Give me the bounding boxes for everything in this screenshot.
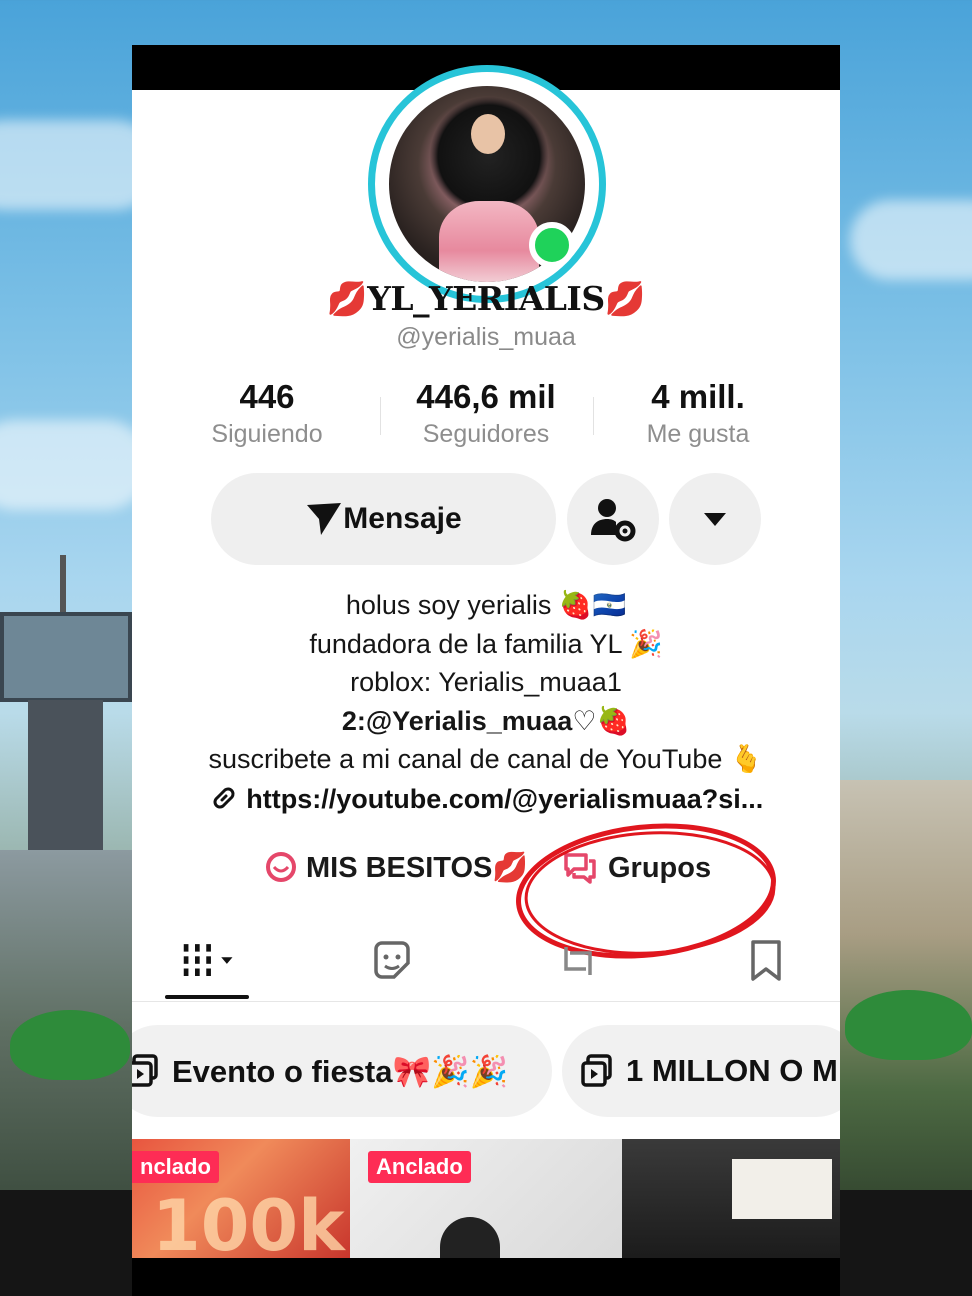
stat-likes-label: Me gusta (646, 420, 750, 448)
user-gear-icon (591, 499, 636, 542)
playlist-label: Evento o fiesta🎀🎉🎉 (172, 1053, 509, 1089)
stat-following[interactable]: 446 Siguiendo (172, 377, 362, 451)
stat-followers-label: Seguidores (422, 420, 550, 448)
background-antenna (60, 555, 66, 615)
profile-screen: 💋YL_YERIALIS💋 @yerialis_muaa 446 Siguien… (132, 45, 840, 1296)
playlist-icon (132, 1054, 158, 1087)
background-tree (845, 990, 972, 1060)
bio-line: fundadora de la familia YL 🎉 (309, 628, 663, 659)
background-cloud (0, 420, 150, 510)
caret-down-icon (704, 513, 726, 526)
video-thumbnail[interactable]: Anclado (350, 1139, 622, 1264)
background-tree (10, 1010, 130, 1080)
tab-favorites[interactable] (362, 933, 422, 989)
stat-followers-value: 446,6 mil (416, 378, 556, 415)
besitos-chip-label: MIS BESITOS💋 (306, 852, 529, 884)
video-thumbnail[interactable]: nclado 100k (132, 1139, 350, 1264)
bio-line: holus soy yerialis 🍓🇸🇻 (345, 590, 627, 620)
video-thumbnail-art: 100k (152, 1185, 345, 1264)
video-thumbnail[interactable] (622, 1139, 840, 1264)
avatar-story-ring[interactable] (368, 65, 606, 303)
playlist-chip[interactable]: Evento o fiesta🎀🎉🎉 (132, 1025, 552, 1117)
profile-actions: Mensaje (211, 473, 771, 565)
background-tower (0, 612, 132, 702)
playlist-icon (581, 1054, 612, 1087)
bio-link-text: https://youtube.com/@yerialismuaa?si... (246, 784, 764, 814)
bookmark-icon (751, 940, 781, 981)
pinned-badge: Anclado (368, 1151, 471, 1183)
playlist-chip[interactable]: 1 MILLON O M (562, 1025, 840, 1117)
online-status-dot (529, 222, 575, 268)
grid-icon (183, 944, 233, 976)
tabs-divider (132, 1001, 840, 1002)
playlists: Evento o fiesta🎀🎉🎉 1 MILLON O M (132, 1025, 840, 1117)
sticker-icon (374, 941, 410, 979)
bio-line: roblox: Yerialis_muaa1 (350, 667, 622, 697)
avatar-cake (439, 201, 539, 282)
bio-link[interactable]: https://youtube.com/@yerialismuaa?si... (132, 783, 840, 815)
display-name: 💋YL_YERIALIS💋 (326, 279, 646, 318)
more-options-button[interactable] (669, 473, 761, 565)
video-thumbnail-art (732, 1159, 832, 1219)
video-grid: nclado 100k Anclado (132, 1139, 840, 1264)
besitos-chip[interactable]: MIS BESITOS💋 (264, 851, 529, 885)
tab-videos[interactable] (180, 933, 240, 989)
message-button-label: Mensaje (343, 502, 462, 535)
profile-stats: 446 Siguiendo 446,6 mil Seguidores 4 mil… (197, 377, 777, 457)
stat-followers[interactable]: 446,6 mil Seguidores (391, 377, 581, 451)
bottom-bar (132, 1258, 840, 1296)
video-thumbnail-art (440, 1217, 500, 1264)
message-button[interactable]: Mensaje (211, 473, 556, 565)
chat-bubble-icon (266, 852, 296, 882)
bio: holus soy yerialis 🍓🇸🇻 fundadora de la f… (132, 586, 840, 779)
stat-following-label: Siguiendo (211, 420, 323, 448)
background-tower-stem (28, 700, 103, 860)
avatar-face (471, 114, 505, 154)
username[interactable]: @yerialis_muaa (132, 323, 840, 352)
add-friend-button[interactable] (567, 473, 659, 565)
repost-icon (564, 947, 592, 975)
content-tabs (132, 923, 840, 1003)
tab-reposts[interactable] (548, 933, 608, 989)
stat-divider (380, 397, 381, 435)
stat-divider (593, 397, 594, 435)
active-tab-indicator (165, 995, 249, 999)
bio-line: suscribete a mi canal de canal de YouTub… (208, 744, 764, 774)
stat-likes-value: 4 mill. (651, 378, 745, 415)
tab-saved[interactable] (736, 933, 796, 989)
pinned-badge: nclado (132, 1151, 219, 1183)
background-cloud (850, 200, 972, 280)
stat-following-value: 446 (239, 378, 295, 415)
stat-likes[interactable]: 4 mill. Me gusta (603, 377, 793, 451)
bio-line-mention[interactable]: 2:@Yerialis_muaa♡🍓 (132, 702, 840, 741)
playlist-label: 1 MILLON O M (626, 1053, 838, 1088)
link-icon (213, 787, 235, 809)
send-icon (307, 503, 342, 535)
